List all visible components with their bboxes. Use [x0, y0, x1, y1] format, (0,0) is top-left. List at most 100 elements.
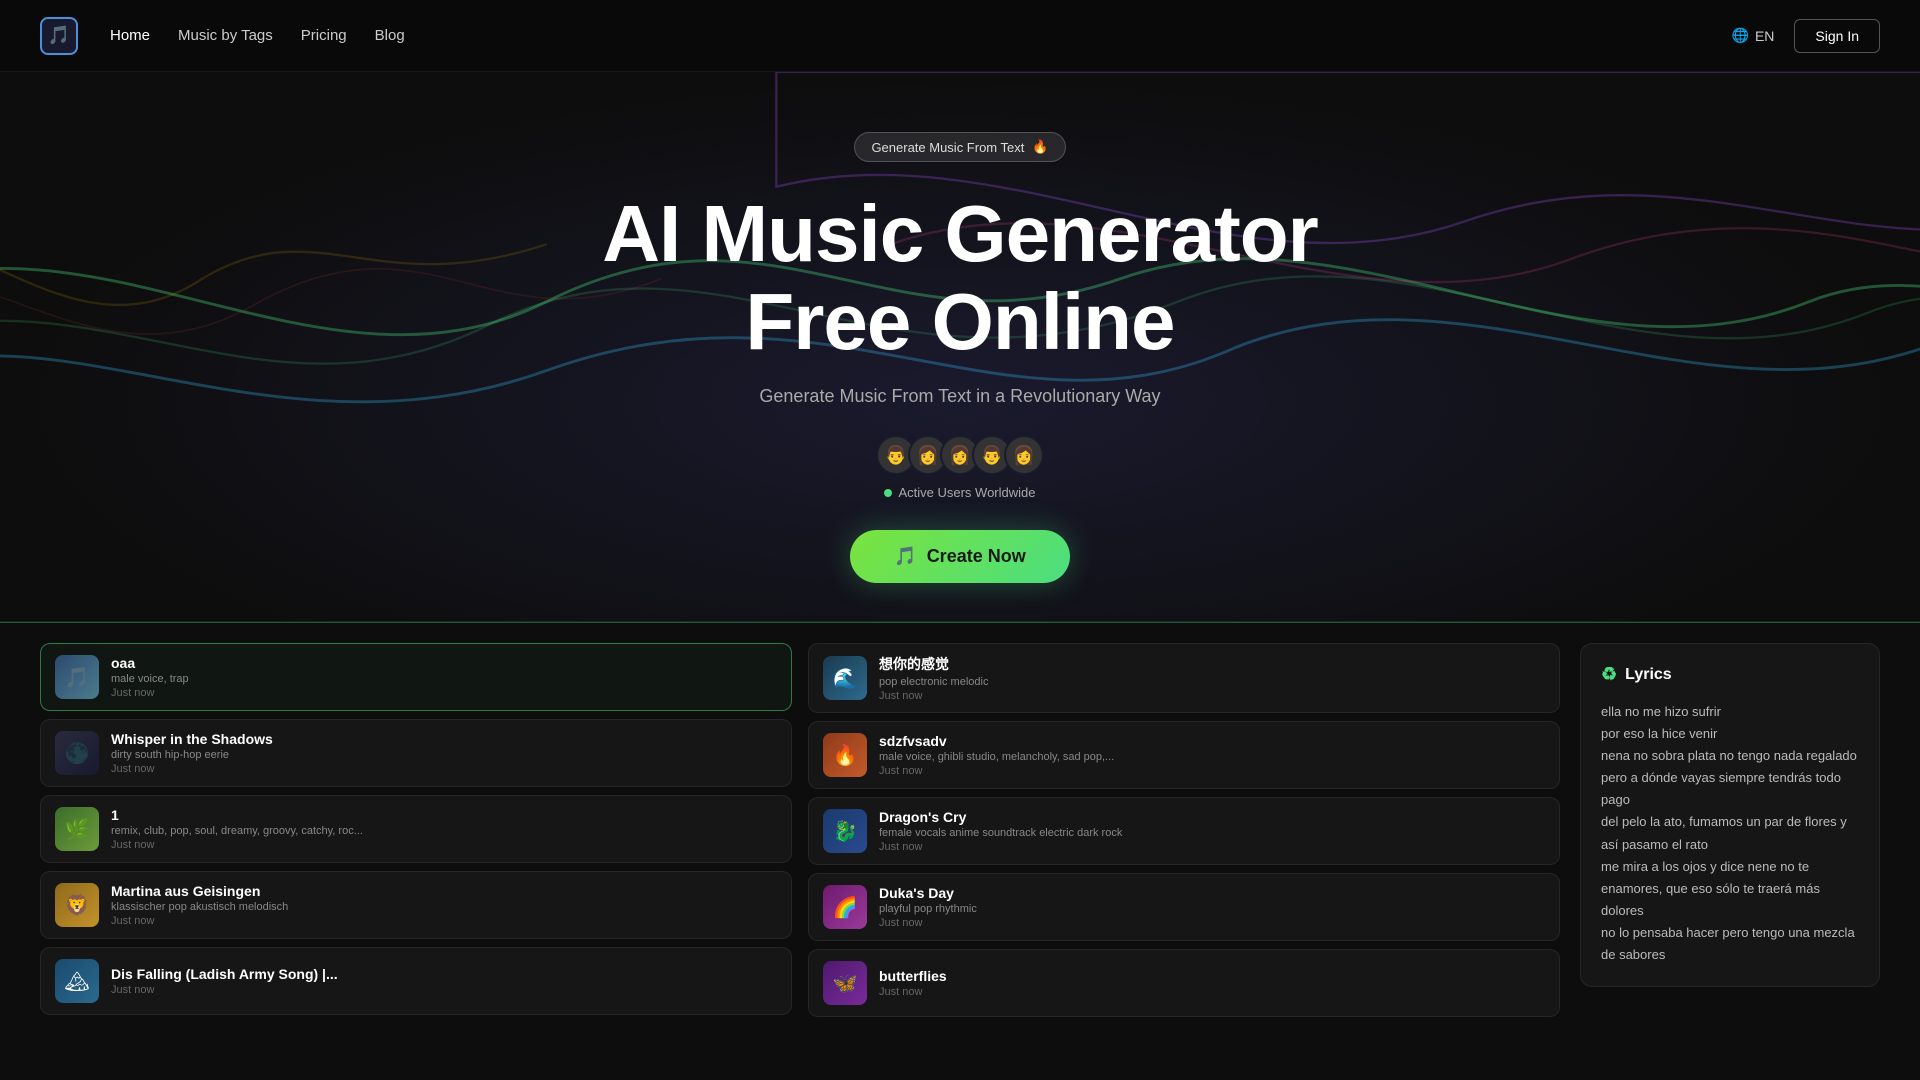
lyrics-icon: ♻: [1601, 664, 1617, 685]
music-name: oaa: [111, 655, 777, 671]
lang-label: EN: [1755, 28, 1774, 44]
music-name: Dragon's Cry: [879, 809, 1545, 825]
music-thumbnail: 🌈: [823, 885, 867, 929]
music-info: 1 remix, club, pop, soul, dreamy, groovy…: [111, 807, 777, 851]
music-tags: playful pop rhythmic: [879, 903, 1545, 915]
nav-blog[interactable]: Blog: [375, 27, 405, 44]
music-list-left: 🎵 oaa male voice, trap Just now 🌑 Whispe…: [40, 643, 792, 1017]
lyrics-line: ella no me hizo sufrir: [1601, 701, 1859, 723]
hero-subtitle: Generate Music From Text in a Revolution…: [602, 386, 1318, 407]
music-thumbnail: 🦁: [55, 883, 99, 927]
logo-icon: 🎵: [40, 17, 78, 55]
music-tags: klassischer pop akustisch melodisch: [111, 901, 777, 913]
hero-title: AI Music Generator Free Online: [602, 190, 1318, 366]
nav-pricing[interactable]: Pricing: [301, 27, 347, 44]
music-name: sdzfvsadv: [879, 733, 1545, 749]
online-indicator: [884, 489, 892, 497]
music-thumbnail: 🌊: [823, 656, 867, 700]
music-info: 想你的感觉 pop electronic melodic Just now: [879, 654, 1545, 702]
lyrics-line: por eso la hice venir: [1601, 723, 1859, 745]
nav-links: Home Music by Tags Pricing Blog: [110, 27, 405, 44]
navbar: 🎵 Home Music by Tags Pricing Blog 🌐 EN S…: [0, 0, 1920, 72]
music-time: Just now: [111, 839, 777, 851]
music-name: 1: [111, 807, 777, 823]
lyrics-header: ♻ Lyrics: [1601, 664, 1859, 685]
music-thumbnail: 🌑: [55, 731, 99, 775]
lyrics-line: nena no sobra plata no tengo nada regala…: [1601, 745, 1859, 767]
music-thumbnail: 🏔: [55, 959, 99, 1003]
music-tags: female vocals anime soundtrack electric …: [879, 827, 1545, 839]
music-info: Martina aus Geisingen klassischer pop ak…: [111, 883, 777, 927]
music-info: oaa male voice, trap Just now: [111, 655, 777, 699]
music-info: sdzfvsadv male voice, ghibli studio, mel…: [879, 733, 1545, 777]
music-item[interactable]: 🔥 sdzfvsadv male voice, ghibli studio, m…: [808, 721, 1560, 789]
music-tags: pop electronic melodic: [879, 676, 1545, 688]
music-info: Whisper in the Shadows dirty south hip-h…: [111, 731, 777, 775]
music-time: Just now: [111, 763, 777, 775]
music-note-icon: 🎵: [894, 546, 916, 567]
music-item[interactable]: 🌊 想你的感觉 pop electronic melodic Just now: [808, 643, 1560, 713]
lyrics-title: Lyrics: [1625, 666, 1672, 684]
music-item[interactable]: 🦋 butterflies Just now: [808, 949, 1560, 1017]
music-name: Martina aus Geisingen: [111, 883, 777, 899]
hero-title-line1: AI Music Generator: [602, 189, 1318, 278]
nav-left: 🎵 Home Music by Tags Pricing Blog: [40, 17, 405, 55]
language-button[interactable]: 🌐 EN: [1732, 27, 1775, 44]
music-item[interactable]: 🌑 Whisper in the Shadows dirty south hip…: [40, 719, 792, 787]
hero-section: Generate Music From Text 🔥 AI Music Gene…: [0, 72, 1920, 623]
lyrics-line: del pelo la ato, fumamos un par de flore…: [1601, 811, 1859, 855]
music-info: Duka's Day playful pop rhythmic Just now: [879, 885, 1545, 929]
music-time: Just now: [879, 986, 1545, 998]
music-name: Whisper in the Shadows: [111, 731, 777, 747]
avatar: 👩: [1004, 435, 1044, 475]
music-time: Just now: [111, 915, 777, 927]
music-time: Just now: [879, 917, 1545, 929]
music-item[interactable]: 🦁 Martina aus Geisingen klassischer pop …: [40, 871, 792, 939]
music-item[interactable]: 🏔 Dis Falling (Ladish Army Song) |... Ju…: [40, 947, 792, 1015]
lyrics-panel: ♻ Lyrics ella no me hizo sufrirpor eso l…: [1580, 643, 1880, 987]
hero-title-line2: Free Online: [745, 277, 1174, 366]
music-item[interactable]: 🌿 1 remix, club, pop, soul, dreamy, groo…: [40, 795, 792, 863]
music-item[interactable]: 🎵 oaa male voice, trap Just now: [40, 643, 792, 711]
music-list-right: 🌊 想你的感觉 pop electronic melodic Just now …: [808, 643, 1560, 1017]
lyrics-content: ella no me hizo sufrirpor eso la hice ve…: [1601, 701, 1859, 966]
lyrics-line: me mira a los ojos y dice nene no te ena…: [1601, 856, 1859, 922]
bottom-section: 🎵 oaa male voice, trap Just now 🌑 Whispe…: [0, 623, 1920, 1047]
music-item[interactable]: 🐉 Dragon's Cry female vocals anime sound…: [808, 797, 1560, 865]
music-thumbnail: 🐉: [823, 809, 867, 853]
music-info: Dis Falling (Ladish Army Song) |... Just…: [111, 966, 777, 996]
music-thumbnail: 🔥: [823, 733, 867, 777]
logo[interactable]: 🎵: [40, 17, 78, 55]
nav-home[interactable]: Home: [110, 27, 150, 44]
music-thumbnail: 🦋: [823, 961, 867, 1005]
music-item[interactable]: 🌈 Duka's Day playful pop rhythmic Just n…: [808, 873, 1560, 941]
globe-icon: 🌐: [1732, 27, 1749, 44]
music-thumbnail: 🌿: [55, 807, 99, 851]
music-time: Just now: [879, 765, 1545, 777]
music-time: Just now: [879, 690, 1545, 702]
lyrics-line: pero a dónde vayas siempre tendrás todo …: [1601, 767, 1859, 811]
badge-text: Generate Music From Text: [871, 140, 1024, 155]
music-panel: 🎵 oaa male voice, trap Just now 🌑 Whispe…: [40, 643, 1560, 1017]
active-users-row: Active Users Worldwide: [602, 485, 1318, 500]
create-btn-label: Create Now: [927, 546, 1026, 567]
create-now-button[interactable]: 🎵 Create Now: [850, 530, 1069, 583]
music-tags: male voice, ghibli studio, melancholy, s…: [879, 751, 1545, 763]
music-name: 想你的感觉: [879, 654, 1545, 674]
music-time: Just now: [111, 984, 777, 996]
music-thumbnail: 🎵: [55, 655, 99, 699]
music-name: butterflies: [879, 968, 1545, 984]
sign-in-button[interactable]: Sign In: [1794, 19, 1880, 53]
hero-badge[interactable]: Generate Music From Text 🔥: [854, 132, 1065, 162]
music-time: Just now: [879, 841, 1545, 853]
fire-icon: 🔥: [1032, 139, 1048, 155]
music-tags: dirty south hip-hop eerie: [111, 749, 777, 761]
music-tags: male voice, trap: [111, 673, 777, 685]
lyrics-line: no lo pensaba hacer pero tengo una mezcl…: [1601, 922, 1859, 966]
music-time: Just now: [111, 687, 777, 699]
nav-right: 🌐 EN Sign In: [1732, 19, 1880, 53]
nav-music-by-tags[interactable]: Music by Tags: [178, 27, 273, 44]
music-tags: remix, club, pop, soul, dreamy, groovy, …: [111, 825, 777, 837]
music-name: Dis Falling (Ladish Army Song) |...: [111, 966, 777, 982]
music-name: Duka's Day: [879, 885, 1545, 901]
